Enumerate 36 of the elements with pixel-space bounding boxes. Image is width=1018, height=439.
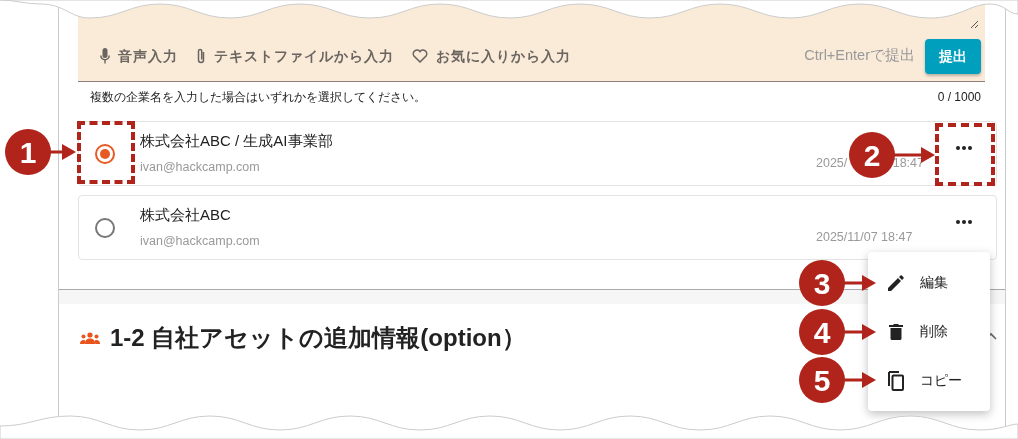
email-text: ivan@hackcamp.com [140, 233, 260, 251]
menu-item[interactable]: コピー [868, 356, 990, 405]
date-text: 2025/ [816, 155, 848, 173]
menu-item[interactable]: 削除 [868, 307, 990, 356]
more-options-button[interactable] [954, 218, 974, 226]
more-options-button[interactable] [954, 144, 974, 152]
paperclip-icon [196, 47, 206, 65]
arrow [842, 275, 876, 291]
highlight-frame [77, 121, 135, 184]
company-name: 株式会社ABC / 生成AI事業部 [140, 130, 333, 151]
section-title: 1-2 自社アセットの追加情報(option） [110, 324, 526, 353]
copy-icon [888, 370, 904, 391]
email-text: ivan@hackcamp.com [140, 159, 261, 177]
input-option-button[interactable]: 音声入力 [100, 45, 178, 67]
date-text: 2025/11/07 18:47 [816, 229, 913, 247]
input-option-button[interactable]: テキストファイルから入力 [196, 45, 394, 67]
highlight-frame [935, 123, 995, 186]
menu-item[interactable]: 編集 [868, 258, 990, 307]
arrow [48, 144, 76, 160]
submit-button[interactable]: 提出 [925, 38, 981, 74]
radio-button[interactable] [95, 143, 115, 164]
character-count: 0 / 1000 [937, 89, 981, 106]
resize-grip-icon[interactable] [970, 20, 979, 29]
shortcut-hint: Ctrl+Enterで提出 [804, 46, 915, 66]
company-name: 株式会社ABC [140, 204, 232, 225]
group-icon [80, 332, 100, 345]
callout-number: 1 [5, 129, 51, 175]
heart-icon [412, 49, 428, 63]
radio-button[interactable] [95, 217, 115, 238]
pencil-icon [887, 273, 905, 292]
helper-text: 複数の企業名を入力した場合はいずれかを選択してください。 [90, 89, 426, 106]
arrow [842, 324, 876, 340]
trash-icon [889, 323, 903, 340]
arrow [842, 372, 876, 388]
microphone-icon [100, 48, 110, 64]
input-option-button[interactable]: お気に入りから入力 [412, 45, 571, 67]
